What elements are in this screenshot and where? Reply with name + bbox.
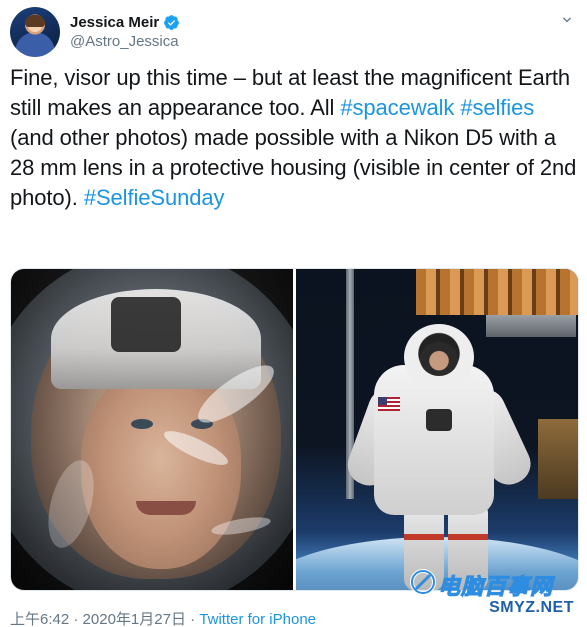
tweet-time[interactable]: 上午6:42 — [10, 611, 69, 627]
hashtag-link[interactable]: #SelfieSunday — [84, 185, 225, 210]
eye — [131, 419, 153, 429]
display-name[interactable]: Jessica Meir — [70, 14, 159, 31]
watermark-en: SMYZ.NET — [489, 599, 574, 616]
tweet-meta: 上午6:42 · 2020年1月27日 · Twitter for iPhone — [10, 608, 316, 627]
verified-badge-icon — [164, 15, 180, 30]
display-name-row: Jessica Meir — [70, 14, 180, 31]
media-grid — [10, 268, 579, 591]
tweet-card: Jessica Meir @Astro_Jessica Fine, visor … — [0, 0, 587, 627]
watermark-cn: 电脑百事网 — [437, 574, 554, 600]
photo-spacewalk[interactable] — [296, 269, 578, 590]
cap-panel — [111, 297, 181, 352]
chevron-down-icon[interactable] — [559, 12, 575, 28]
meta-separator: · — [69, 611, 83, 627]
handle[interactable]: @Astro_Jessica — [70, 33, 180, 50]
tweet-source[interactable]: Twitter for iPhone — [199, 611, 316, 627]
watermark: 电脑百事网 SMYZ.NET — [410, 567, 580, 623]
avatar[interactable] — [10, 7, 60, 57]
hashtag-link[interactable]: #selfies — [460, 95, 534, 120]
user-names: Jessica Meir @Astro_Jessica — [70, 14, 180, 50]
meta-separator: · — [185, 611, 200, 627]
tweet-header: Jessica Meir @Astro_Jessica — [10, 4, 180, 60]
watermark-logo-icon — [410, 569, 436, 595]
leg-stripe — [404, 534, 444, 540]
tweet-date[interactable]: 2020年1月27日 — [83, 611, 186, 627]
us-flag-icon — [378, 397, 400, 411]
hashtag-link[interactable]: #spacewalk — [340, 95, 454, 120]
tweet-text: Fine, visor up this time – but at least … — [10, 63, 578, 213]
astronaut-visor — [420, 342, 458, 376]
station-beam — [486, 315, 576, 337]
leg-stripe — [448, 534, 488, 540]
mouth — [136, 501, 196, 515]
camera-housing-icon — [426, 409, 452, 431]
avatar-hair — [25, 15, 45, 27]
photo-helmet-selfie[interactable] — [11, 269, 293, 590]
station-truss — [416, 269, 578, 315]
station-module — [538, 419, 578, 499]
